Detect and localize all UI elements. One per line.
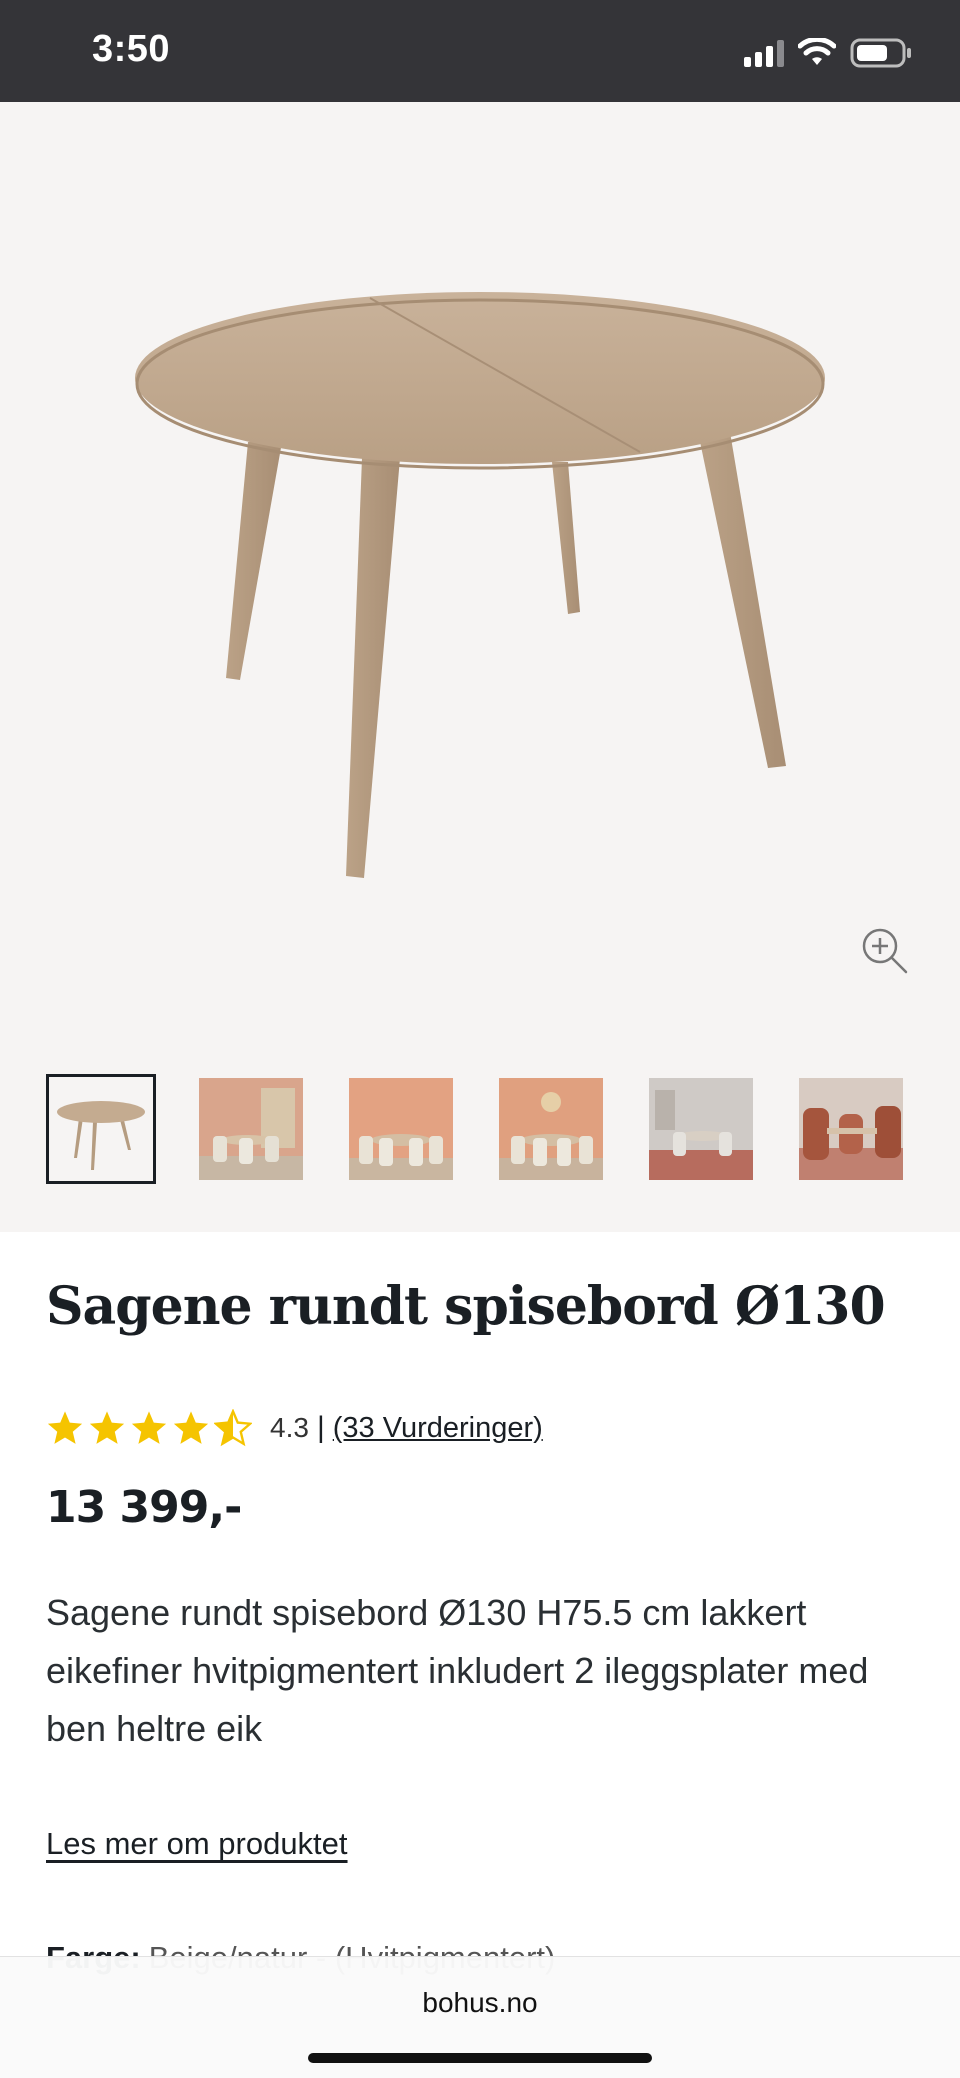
star-full-icon (131, 1411, 167, 1444)
zoom-in-icon (862, 928, 908, 974)
thumbnail-room-image (799, 1078, 903, 1180)
cellular-signal-icon (744, 39, 784, 67)
product-price: 13 399,- (46, 1482, 242, 1533)
product-description: Sagene rundt spisebord Ø130 H75.5 cm lak… (46, 1592, 869, 1749)
product-gallery (0, 102, 960, 1232)
star-full-icon (47, 1411, 83, 1444)
star-full-icon (89, 1411, 125, 1444)
product-title: Sagene rundt spisebord Ø130 (46, 1276, 886, 1337)
star-half-icon (214, 1409, 252, 1447)
thumbnail-room-image (199, 1078, 303, 1180)
star-full-icon (173, 1411, 209, 1444)
thumbnail-room-image (649, 1078, 753, 1180)
browser-url[interactable]: bohus.no (0, 1987, 960, 2019)
star-rating (46, 1409, 252, 1447)
status-bar: 3:50 (0, 0, 960, 102)
thumbnail-5[interactable] (646, 1074, 756, 1184)
rating-row: 4.3 | (33 Vurderinger) (46, 1408, 543, 1448)
read-more-link[interactable]: Les mer om produktet (46, 1826, 348, 1862)
rating-value: 4.3 (270, 1412, 309, 1443)
reviews-link[interactable]: (33 Vurderinger) (333, 1412, 543, 1445)
browser-address-bar[interactable]: bohus.no (0, 1956, 960, 2078)
zoom-button[interactable] (858, 924, 912, 978)
thumbnail-room-image (499, 1078, 603, 1180)
thumbnail-table-image (49, 1078, 153, 1180)
product-main-image[interactable] (0, 102, 960, 1052)
rating-separator: | (316, 1411, 325, 1444)
home-indicator[interactable] (308, 2053, 652, 2063)
thumbnail-1[interactable] (46, 1074, 156, 1184)
thumbnail-room-image (349, 1078, 453, 1180)
thumbnail-3[interactable] (346, 1074, 456, 1184)
status-time: 3:50 (92, 28, 171, 70)
thumbnail-2[interactable] (196, 1074, 306, 1184)
battery-icon (850, 38, 911, 68)
thumbnail-6[interactable] (796, 1074, 906, 1184)
thumbnail-strip (46, 1074, 906, 1186)
wifi-icon (798, 38, 836, 65)
status-icons (744, 36, 912, 70)
thumbnail-4[interactable] (496, 1074, 606, 1184)
